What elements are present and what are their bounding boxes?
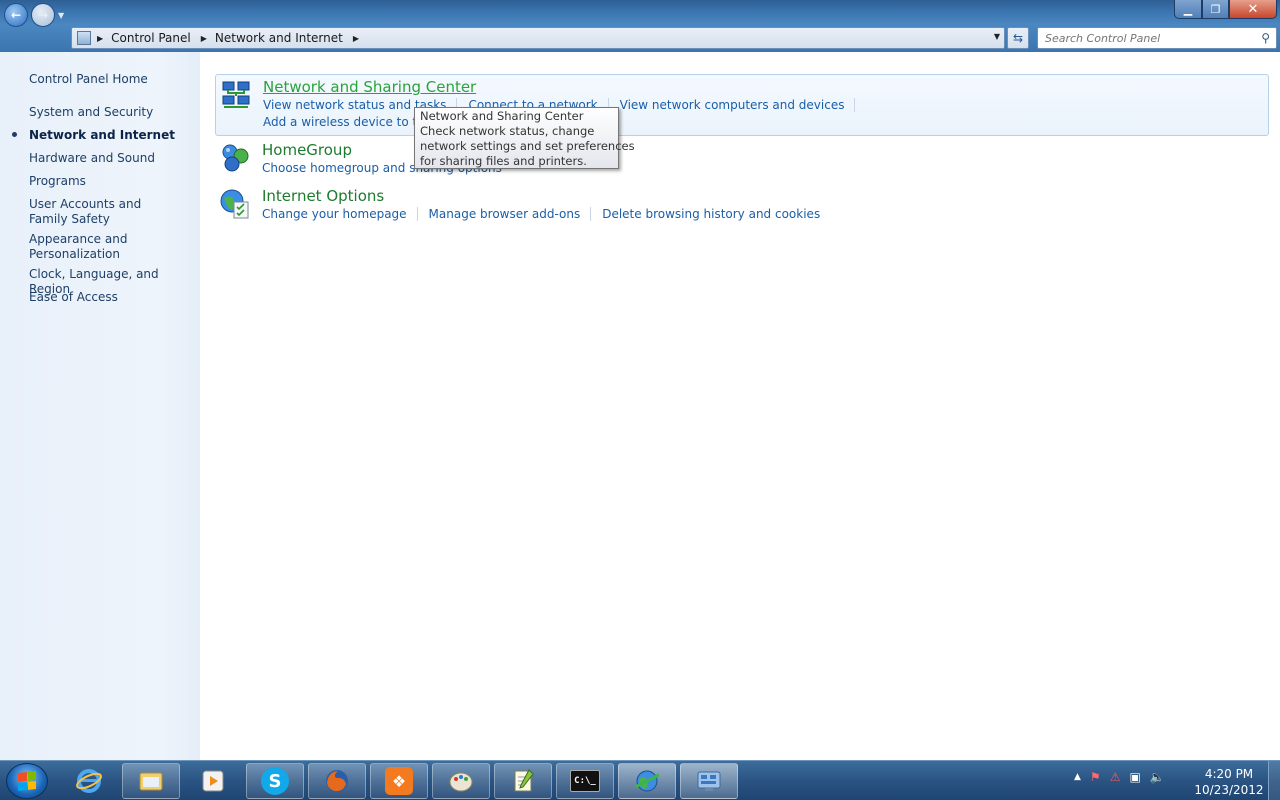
homegroup-icon (219, 142, 251, 174)
taskbar-control-panel[interactable] (680, 763, 738, 799)
internet-options-link[interactable]: Internet Options (262, 187, 384, 205)
back-button[interactable]: ← (4, 3, 28, 27)
search-box[interactable]: ⚲ (1037, 27, 1277, 49)
task-delete-browsing-history[interactable]: Delete browsing history and cookies (602, 207, 830, 221)
tooltip-line: Check network status, change (420, 124, 595, 138)
xampp-icon: ❖ (385, 767, 413, 795)
breadcrumb-control-panel[interactable]: Control Panel (111, 31, 191, 45)
recent-pages-dropdown[interactable]: ▼ (58, 11, 64, 20)
clock-time: 4:20 PM (1204, 767, 1254, 781)
task-change-homepage[interactable]: Change your homepage (262, 207, 418, 221)
taskbar-network-connection[interactable] (618, 763, 676, 799)
sidebar-item-appearance[interactable]: Appearance and Personalization (29, 232, 129, 262)
address-bar[interactable]: ▶ Control Panel ▶ Network and Internet ▶… (71, 27, 1005, 49)
action-center-flag-icon[interactable]: ⚑ (1090, 770, 1101, 784)
forward-button[interactable]: → (31, 3, 55, 27)
tooltip-line: network settings and set preferences (420, 139, 635, 153)
command-prompt-icon: C:\_ (570, 770, 600, 792)
show-desktop-button[interactable] (1268, 761, 1280, 800)
minimize-button[interactable]: ▁ (1174, 0, 1202, 19)
search-input[interactable] (1038, 28, 1248, 48)
breadcrumb-chevron-icon[interactable]: ▶ (353, 34, 359, 43)
start-button[interactable] (6, 763, 48, 799)
taskbar-command-prompt[interactable]: C:\_ (556, 763, 614, 799)
network-tray-icon[interactable]: ▣ (1129, 770, 1140, 784)
minimize-icon: ▁ (1183, 2, 1193, 16)
sidebar-item-ease-of-access[interactable]: Ease of Access (29, 290, 194, 305)
system-clock[interactable]: 4:20 PM 10/23/2012 (1190, 766, 1268, 798)
taskbar-firefox[interactable] (308, 763, 366, 799)
active-bullet-icon (12, 132, 17, 137)
category-network-sharing-center[interactable]: Network and Sharing Center View network … (215, 74, 1269, 136)
paint-icon (447, 767, 475, 795)
taskbar-media-player[interactable] (184, 763, 242, 799)
refresh-icon: ⇆ (1012, 31, 1024, 45)
control-panel-icon (695, 767, 723, 795)
task-manage-addons[interactable]: Manage browser add-ons (429, 207, 592, 221)
taskbar-internet-explorer[interactable] (60, 763, 118, 799)
category-homegroup[interactable]: HomeGroup Choose homegroup and sharing o… (215, 140, 1269, 180)
close-icon: ✕ (1247, 1, 1259, 17)
tooltip: Network and Sharing Center Check network… (414, 107, 635, 169)
taskbar-paint[interactable] (432, 763, 490, 799)
sidebar-item-user-accounts[interactable]: User Accounts and Family Safety (29, 197, 179, 227)
forward-arrow-icon: → (37, 8, 49, 22)
search-icon[interactable]: ⚲ (1261, 31, 1270, 45)
tooltip-title: Network and Sharing Center (420, 109, 584, 123)
refresh-button[interactable]: ⇆ (1007, 27, 1029, 49)
taskbar: S ❖ C:\_ ▲ ⚑ ⚠ ▣ 🔈 4:20 PM 10/23/2012 (0, 760, 1280, 800)
taskbar-skype[interactable]: S (246, 763, 304, 799)
sidebar-item-network-and-internet[interactable]: Network and Internet (29, 128, 194, 143)
security-alert-icon[interactable]: ⚠ (1110, 770, 1121, 784)
category-internet-options[interactable]: Internet Options Change your homepage Ma… (215, 186, 1269, 226)
homegroup-link[interactable]: HomeGroup (262, 141, 352, 159)
internet-options-tasks: Change your homepage Manage browser add-… (262, 207, 841, 221)
breadcrumb-network-and-internet[interactable]: Network and Internet (215, 31, 343, 45)
sidebar-item-system-and-security[interactable]: System and Security (29, 105, 194, 120)
file-explorer-icon (137, 767, 165, 795)
tooltip-line: for sharing files and printers. (420, 154, 587, 168)
firefox-icon (323, 767, 351, 795)
skype-icon: S (261, 767, 289, 795)
show-hidden-icons-icon[interactable]: ▲ (1074, 772, 1081, 782)
address-dropdown-icon[interactable]: ▼ (994, 32, 1000, 41)
internet-options-icon (219, 188, 251, 220)
network-internet-icon (633, 767, 661, 795)
back-arrow-icon: ← (10, 8, 22, 22)
close-button[interactable]: ✕ (1229, 0, 1277, 19)
control-panel-icon (77, 31, 91, 45)
taskbar-notepad-plus-plus[interactable] (494, 763, 552, 799)
sidebar-item-programs[interactable]: Programs (29, 174, 194, 189)
sidebar-item-hardware-and-sound[interactable]: Hardware and Sound (29, 151, 194, 166)
content-area: Network and Sharing Center View network … (200, 52, 1280, 760)
sidebar-item-control-panel-home[interactable]: Control Panel Home (29, 72, 194, 87)
taskbar-xampp[interactable]: ❖ (370, 763, 428, 799)
chevron-down-icon: ▼ (58, 11, 65, 20)
internet-explorer-icon (75, 767, 103, 795)
clock-date: 10/23/2012 (1194, 783, 1264, 797)
task-view-network-computers[interactable]: View network computers and devices (620, 98, 856, 112)
window-titlebar (0, 0, 1280, 24)
breadcrumb-chevron-icon[interactable]: ▶ (201, 34, 207, 43)
network-sharing-icon (220, 79, 252, 111)
notepad-plus-plus-icon (509, 767, 537, 795)
windows-logo-icon (18, 771, 36, 791)
breadcrumb-chevron-icon[interactable]: ▶ (97, 34, 103, 43)
media-player-icon (199, 767, 227, 795)
system-tray: ▲ ⚑ ⚠ ▣ 🔈 (1074, 770, 1165, 784)
taskbar-windows-explorer[interactable] (122, 763, 180, 799)
volume-icon[interactable]: 🔈 (1150, 770, 1165, 784)
maximize-button[interactable]: ❐ (1202, 0, 1229, 19)
restore-icon: ❐ (1210, 2, 1221, 16)
network-sharing-center-link[interactable]: Network and Sharing Center (263, 78, 476, 96)
